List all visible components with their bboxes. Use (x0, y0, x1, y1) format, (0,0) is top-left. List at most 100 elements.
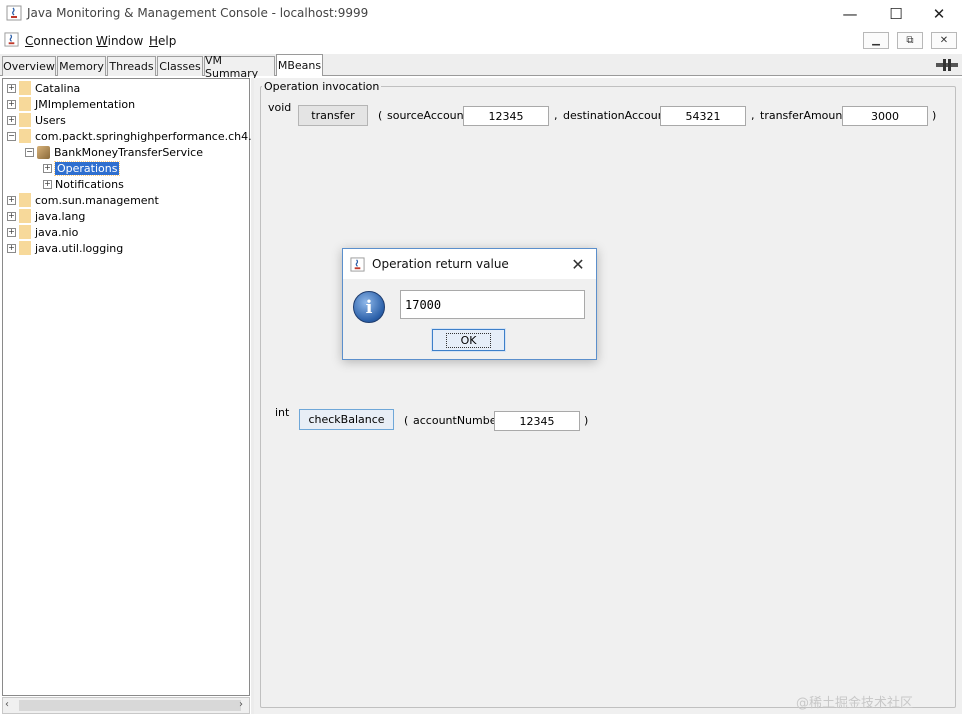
tree-node-bankmoneytransferservice[interactable]: − BankMoneyTransferService (25, 144, 203, 160)
operation-invocation-group (260, 86, 956, 708)
expand-icon[interactable]: + (7, 99, 16, 109)
tab-overview[interactable]: Overview (2, 56, 56, 76)
folder-icon (19, 241, 31, 255)
tree-node-java-util-logging[interactable]: + java.util.logging (7, 240, 123, 256)
param-separator: , (554, 109, 558, 122)
close-button[interactable]: ✕ (916, 0, 962, 28)
tree-node-label: Notifications (55, 177, 124, 191)
param-label-transferamount: transferAmount (760, 109, 847, 122)
expand-icon[interactable]: + (7, 227, 16, 237)
window-title: Java Monitoring & Management Console - l… (27, 6, 369, 20)
destinationaccount-input[interactable] (660, 106, 746, 126)
tree-node-label: JMImplementation (35, 97, 136, 111)
menu-bar: Connection Window Help ▁ ⧉ ✕ (0, 29, 962, 53)
java-dialog-icon (350, 257, 365, 272)
collapse-icon[interactable]: − (25, 147, 34, 157)
expand-icon[interactable]: + (7, 211, 16, 221)
operations-panel: Operation invocation void transfer ( sou… (254, 78, 962, 714)
tree-node-operations[interactable]: + Operations (43, 160, 121, 176)
expand-icon[interactable]: + (7, 83, 16, 93)
folder-icon (19, 225, 31, 239)
folder-icon (19, 97, 31, 111)
param-label-accountnumber: accountNumber (413, 414, 502, 427)
tree-node-label: BankMoneyTransferService (54, 145, 203, 159)
sourceaccount-input[interactable] (463, 106, 549, 126)
dialog-title-bar: Operation return value ✕ (343, 249, 596, 279)
close-paren: ) (584, 414, 589, 427)
param-label-destinationaccount: destinationAccount (563, 109, 670, 122)
watermark: @稀土掘金技术社区 (796, 696, 914, 711)
menu-help[interactable]: Help (149, 34, 176, 48)
tree-node-label: com.sun.management (35, 193, 159, 207)
tree-node-java-nio[interactable]: + java.nio (7, 224, 78, 240)
close-paren: ) (932, 109, 937, 122)
tree-node-com-packt[interactable]: − com.packt.springhighperformance.ch4.mb… (7, 128, 276, 144)
tree-node-jmimplementation[interactable]: + JMImplementation (7, 96, 135, 112)
transferamount-input[interactable] (842, 106, 928, 126)
expand-icon[interactable]: + (43, 179, 52, 189)
internal-restore-button[interactable]: ⧉ (897, 32, 923, 49)
checkbalance-return-type: int (275, 406, 290, 419)
tab-vm-summary[interactable]: VM Summary (204, 54, 275, 80)
collapse-icon[interactable]: − (7, 131, 16, 141)
tree-node-label: java.lang (35, 209, 86, 223)
connection-status-icon (936, 57, 958, 73)
folder-icon (19, 81, 31, 95)
expand-icon[interactable]: + (7, 243, 16, 253)
expand-icon[interactable]: + (43, 163, 52, 173)
tab-classes[interactable]: Classes (157, 56, 203, 76)
minimize-button[interactable]: — (827, 0, 873, 28)
return-value-dialog: Operation return value ✕ i OK (342, 248, 597, 360)
tab-bar: Overview Memory Threads Classes VM Summa… (0, 54, 962, 80)
tree-node-label: Users (35, 113, 66, 127)
tree-node-notifications[interactable]: + Notifications (43, 176, 124, 192)
maximize-button[interactable]: ☐ (873, 0, 919, 28)
folder-icon (19, 129, 31, 143)
open-paren: ( (378, 109, 383, 122)
tree-node-java-lang[interactable]: + java.lang (7, 208, 85, 224)
internal-minimize-button[interactable]: ▁ (863, 32, 889, 49)
tree-horizontal-scrollbar[interactable]: ‹ › (2, 697, 250, 714)
dialog-close-icon[interactable]: ✕ (565, 253, 591, 275)
tree-node-label: Operations (53, 160, 121, 176)
transfer-button[interactable]: transfer (298, 105, 368, 126)
internal-close-button[interactable]: ✕ (931, 32, 957, 49)
checkbalance-button[interactable]: checkBalance (299, 409, 394, 430)
tree-node-com-sun-management[interactable]: + com.sun.management (7, 192, 159, 208)
window-title-bar: Java Monitoring & Management Console - l… (0, 0, 962, 28)
mbean-tree: + Catalina + JMImplementation + Users − … (2, 78, 276, 696)
scroll-right-icon[interactable]: › (239, 699, 243, 710)
param-label-sourceaccount: sourceAccount (387, 109, 468, 122)
tab-mbeans[interactable]: MBeans (276, 54, 323, 76)
tree-node-label: com.packt.springhighperformance.ch4.mbe (35, 129, 277, 143)
scrollbar-thumb[interactable] (19, 700, 241, 711)
folder-icon (19, 113, 31, 127)
ok-button-label: OK (445, 332, 492, 348)
menu-connection[interactable]: Connection (25, 34, 93, 48)
tree-node-catalina[interactable]: + Catalina (7, 80, 80, 96)
transfer-return-type: void (268, 101, 292, 114)
scroll-left-icon[interactable]: ‹ (5, 699, 9, 710)
tree-node-label: Catalina (35, 81, 81, 95)
java-app-icon (6, 5, 22, 21)
menu-window[interactable]: Window (96, 34, 143, 48)
mbean-icon (37, 145, 50, 159)
open-paren: ( (404, 414, 409, 427)
dialog-title: Operation return value (372, 257, 509, 271)
tree-node-users[interactable]: + Users (7, 112, 66, 128)
tab-memory[interactable]: Memory (57, 56, 106, 76)
return-value-field[interactable] (400, 290, 585, 319)
java-menu-icon (4, 32, 19, 47)
tree-node-label: java.nio (35, 225, 79, 239)
expand-icon[interactable]: + (7, 195, 16, 205)
tree-node-label: java.util.logging (35, 241, 124, 255)
tab-threads[interactable]: Threads (107, 56, 156, 76)
param-separator: , (751, 109, 755, 122)
operation-invocation-legend: Operation invocation (262, 80, 382, 93)
folder-icon (19, 193, 31, 207)
info-icon: i (353, 291, 385, 323)
expand-icon[interactable]: + (7, 115, 16, 125)
folder-icon (19, 209, 31, 223)
ok-button[interactable]: OK (431, 328, 506, 352)
accountnumber-input[interactable] (494, 411, 580, 431)
